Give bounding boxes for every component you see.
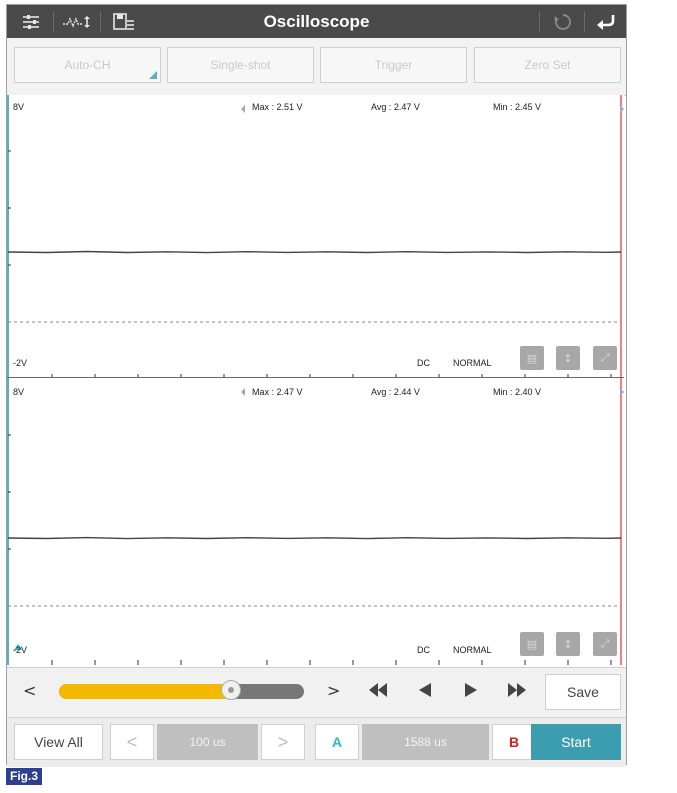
zero-set-button[interactable]: Zero Set — [474, 47, 621, 83]
channel-1-waveform — [7, 250, 622, 254]
page-title: Oscilloscope — [263, 12, 370, 31]
trigger-button[interactable]: Trigger — [320, 47, 467, 83]
channel-2-waveform — [7, 536, 622, 540]
chevron-right-icon: > — [277, 731, 289, 752]
slider-fill — [59, 684, 231, 699]
channel-1-clear-icon[interactable]: ▤ — [520, 346, 544, 370]
channel-1-top-scale: 8V — [13, 102, 25, 112]
refresh-icon[interactable] — [543, 5, 583, 38]
start-button[interactable]: Start — [531, 724, 621, 760]
single-shot-button[interactable]: Single-shot — [167, 47, 314, 83]
slider-prev-button[interactable]: < — [23, 681, 36, 700]
channel-2-mode: NORMAL — [453, 645, 492, 655]
slider-thumb[interactable] — [220, 680, 241, 700]
zero-set-label: Zero Set — [524, 58, 571, 72]
auto-ch-label: Auto-CH — [64, 58, 111, 72]
channel-2-x-ticks — [51, 660, 612, 665]
cursor-delta-value: 1588 us — [362, 724, 489, 760]
channel-1-graph — [7, 95, 624, 378]
cursor-delta-label: 1588 us — [404, 735, 447, 749]
cursor-controls: View All < 100 us > A 1588 us B Start — [7, 717, 626, 767]
channel-2-top-scale: 8V — [13, 387, 25, 397]
save-button-label: Save — [567, 684, 599, 700]
title-bar: Oscilloscope — [7, 5, 626, 38]
chevron-left-icon: < — [126, 731, 138, 752]
channel-1-max: Max : 2.51 V — [252, 102, 303, 112]
single-shot-label: Single-shot — [210, 58, 271, 72]
cursor-a-button[interactable]: A — [315, 724, 359, 760]
slider-next-button[interactable]: > — [327, 681, 340, 700]
channel-1-bottom-scale: -2V — [13, 358, 28, 368]
timebase-increase-button[interactable]: > — [261, 724, 305, 760]
view-all-button[interactable]: View All — [14, 724, 103, 760]
timebase-decrease-button[interactable]: < — [110, 724, 154, 760]
channel-1-avg: Avg : 2.47 V — [371, 102, 420, 112]
channel-1-fullscreen-icon[interactable]: ⤢ — [593, 346, 617, 370]
channel-2-max: Max : 2.47 V — [252, 387, 303, 397]
channel-2-fullscreen-icon[interactable]: ⤢ — [593, 632, 617, 656]
channel-2-graph — [7, 378, 624, 665]
dropdown-corner-icon — [149, 71, 157, 79]
channel-1-mode: NORMAL — [453, 358, 492, 368]
auto-ch-button[interactable]: Auto-CH — [14, 47, 161, 83]
channel-2-coupling: DC — [417, 645, 430, 655]
channel-2-clear-icon[interactable]: ▤ — [520, 632, 544, 656]
step-forward-icon[interactable] — [464, 683, 478, 702]
channel-2-scale-icon[interactable]: ↕ — [556, 632, 580, 656]
cursor-b-button[interactable]: B — [492, 724, 536, 760]
channel-1-min: Min : 2.45 V — [493, 102, 542, 112]
channel-1-scale-icon[interactable]: ↕ — [556, 346, 580, 370]
channel-2-min: Min : 2.40 V — [493, 387, 542, 397]
channel-1-plot[interactable]: 8V Max : 2.51 V Avg : 2.47 V Min : 2.45 … — [7, 95, 624, 378]
position-slider[interactable] — [59, 684, 304, 699]
rewind-fast-icon[interactable] — [368, 683, 388, 702]
channel-1-coupling: DC — [417, 358, 430, 368]
figure-caption: Fig.3 — [6, 768, 43, 785]
forward-fast-icon[interactable] — [507, 683, 527, 702]
back-icon[interactable] — [586, 5, 626, 38]
channel-2-plot[interactable]: 8V Max : 2.47 V Avg : 2.44 V Min : 2.40 … — [7, 378, 624, 665]
cursor-b-label: B — [508, 734, 520, 750]
start-button-label: Start — [561, 734, 591, 750]
save-button[interactable]: Save — [545, 674, 621, 710]
channel-2-bottom-scale: -2V — [13, 645, 28, 655]
cursor-a-label: A — [331, 734, 343, 750]
timebase-value: 100 us — [157, 724, 258, 760]
view-all-label: View All — [34, 734, 83, 750]
trigger-label: Trigger — [374, 58, 413, 72]
playback-controls: < > Save — [7, 667, 626, 718]
timebase-label: 100 us — [189, 735, 226, 749]
function-toolbar: Auto-CH Single-shot Trigger Zero Set — [7, 38, 626, 96]
channel-2-avg: Avg : 2.44 V — [371, 387, 420, 397]
step-back-icon[interactable] — [418, 683, 432, 702]
oscilloscope-window: Oscilloscope Auto-CH Single-shot Trigger… — [6, 4, 627, 767]
